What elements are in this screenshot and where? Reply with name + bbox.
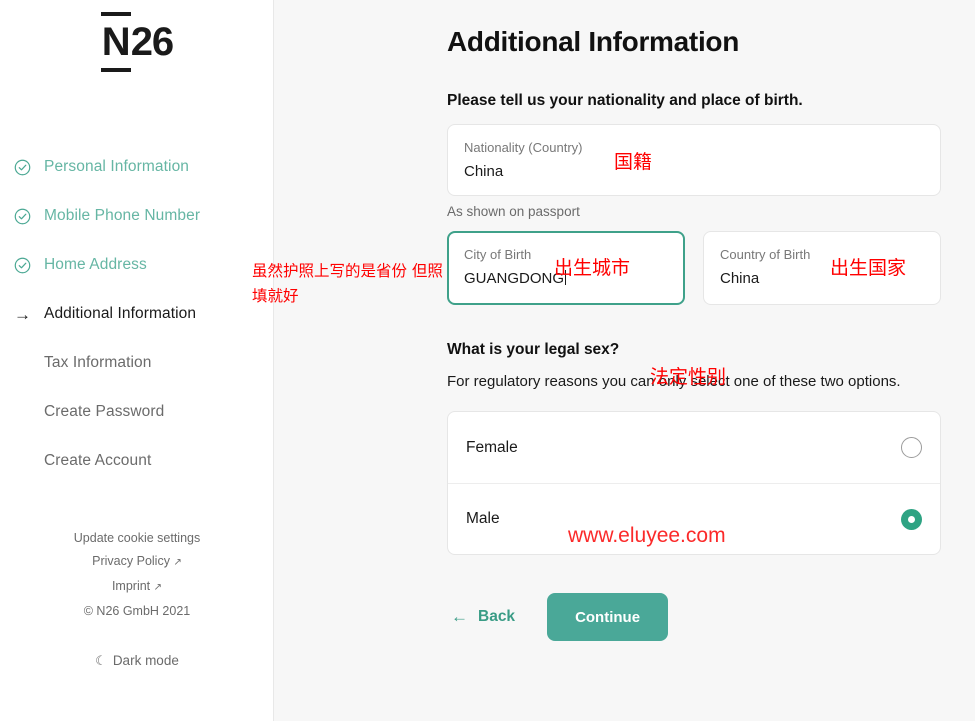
city-of-birth-value: GUANGDONG [464,270,565,287]
sidebar-item-tax-information[interactable]: Tax Information [0,351,274,375]
option-label: Female [466,438,518,456]
sidebar-item-additional-information[interactable]: → Additional Information [0,302,274,326]
country-of-birth-field[interactable]: Country of Birth China [703,231,941,305]
main-content: Additional Information Please tell us yo… [274,0,975,721]
sidebar-item-create-password[interactable]: Create Password [0,400,274,424]
legal-sex-option-male[interactable]: Male [448,483,940,554]
country-of-birth-label: Country of Birth [720,247,811,262]
imprint-label: Imprint [111,579,151,593]
city-of-birth-label: City of Birth [464,247,532,262]
n26-logo[interactable]: N26 [0,12,274,72]
copyright-text: © N26 GmbH 2021 [83,604,191,618]
birth-fields-row: City of Birth GUANGDONG Country of Birth… [447,231,941,305]
legal-sex-question-row: What is your legal sex? [447,341,941,359]
radio-button-female[interactable] [901,437,922,458]
check-circle-icon [14,208,44,225]
logo-number-26: 26 [130,20,174,64]
legal-sex-options: Female Male [447,411,941,555]
continue-button[interactable]: Continue [547,593,669,641]
sidebar: N26 Personal Information Mobile Phone Nu… [0,0,274,721]
dark-mode-toggle[interactable]: ☾ Dark mode [0,653,274,669]
logo-mark: N26 [100,12,174,72]
nationality-field-value: China [464,163,504,180]
text-caret [565,270,567,285]
sidebar-item-personal-information[interactable]: Personal Information [0,155,274,179]
form-actions: ← Back Continue [447,593,941,641]
sidebar-item-label: Home Address [44,256,147,273]
privacy-policy-label: Privacy Policy [92,554,170,568]
passport-helper-text: As shown on passport [447,204,580,219]
logo-letter-n: N [100,12,131,72]
back-button-label: Back [478,608,516,625]
update-cookie-settings-link[interactable]: Update cookie settings [0,530,274,546]
legal-sex-option-female[interactable]: Female [448,412,940,483]
check-circle-icon [14,257,44,274]
sidebar-footer: Update cookie settings Privacy Policy ↗ … [0,530,274,626]
sidebar-item-label: Create Password [44,403,165,420]
city-of-birth-field[interactable]: City of Birth GUANGDONG [447,231,685,305]
country-of-birth-value: China [720,270,760,287]
sidebar-item-home-address[interactable]: Home Address [0,253,274,277]
sidebar-item-label: Personal Information [44,158,190,175]
option-label: Male [466,510,500,527]
signup-page: N26 Personal Information Mobile Phone Nu… [0,0,975,721]
dark-mode-label: Dark mode [112,653,179,668]
sidebar-item-label: Mobile Phone Number [44,207,201,224]
legal-sex-question: What is your legal sex? [447,341,620,358]
nationality-field[interactable]: Nationality (Country) China [447,124,941,196]
page-title: Additional Information [447,26,740,57]
signup-steps-nav: Personal Information Mobile Phone Number… [0,155,274,498]
sidebar-item-label: Create Account [44,452,152,469]
back-button[interactable]: ← Back [447,597,519,637]
sidebar-item-label: Tax Information [44,354,152,371]
external-link-icon: ↗ [173,557,182,568]
legal-sex-subtext: For regulatory reasons you can only sele… [447,373,901,390]
nationality-field-label: Nationality (Country) [464,140,583,155]
imprint-link[interactable]: Imprint ↗ [0,578,274,596]
city-of-birth-value-wrap: GUANGDONG [464,269,668,289]
arrow-right-icon: → [14,304,31,324]
sidebar-item-label: Additional Information [44,305,197,322]
nationality-prompt: Please tell us your nationality and plac… [447,92,803,109]
privacy-policy-link[interactable]: Privacy Policy ↗ [0,553,274,571]
sidebar-item-mobile-phone-number[interactable]: Mobile Phone Number [0,204,274,228]
radio-button-male[interactable] [901,508,922,530]
form-column: Additional Information Please tell us yo… [447,0,941,641]
check-circle-icon [14,159,44,176]
sidebar-item-create-account[interactable]: Create Account [0,449,274,473]
external-link-icon: ↗ [153,582,163,593]
moon-icon: ☾ [95,653,107,668]
arrow-left-icon: ← [451,607,468,626]
